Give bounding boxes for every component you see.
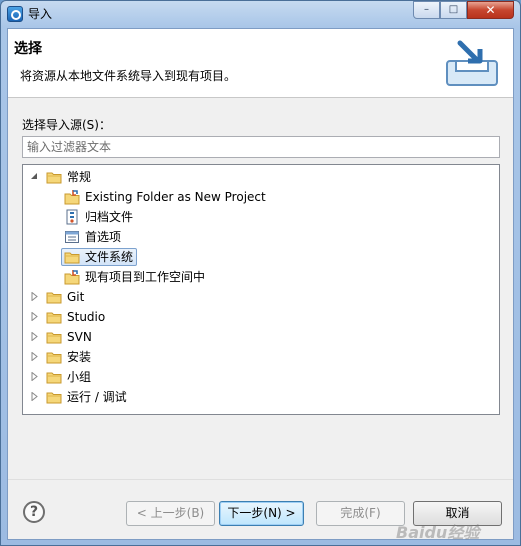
tree-item-label: 常规 bbox=[67, 170, 92, 184]
tree-item-label: Existing Folder as New Project bbox=[85, 190, 266, 204]
expand-arrow-closed-icon[interactable] bbox=[30, 292, 39, 301]
tree-item[interactable]: 首选项 bbox=[23, 227, 493, 247]
tree-item[interactable]: SVN bbox=[23, 327, 493, 347]
folder-import-icon bbox=[64, 270, 80, 285]
tree-item-label: 小组 bbox=[67, 370, 92, 384]
tree-item-label: 归档文件 bbox=[85, 210, 134, 224]
tree-item[interactable]: Studio bbox=[23, 307, 493, 327]
expand-arrow-closed-icon[interactable] bbox=[30, 312, 39, 321]
tree-item-label: 现有项目到工作空间中 bbox=[85, 270, 206, 284]
window-title: 导入 bbox=[28, 7, 53, 21]
tree-item[interactable]: 常规 bbox=[23, 167, 493, 187]
expand-arrow-closed-icon[interactable] bbox=[30, 372, 39, 381]
expand-arrow-closed-icon[interactable] bbox=[30, 392, 39, 401]
expand-arrow-closed-icon[interactable] bbox=[30, 332, 39, 341]
preferences-icon bbox=[65, 231, 79, 243]
dialog-client-area: 选择 将资源从本地文件系统导入到现有项目。 选择导入源(S)： 常规 Existi… bbox=[7, 28, 514, 542]
app-icon bbox=[7, 6, 23, 22]
watermark-logo: Baidu经验 bbox=[396, 523, 480, 542]
import-source-label: 选择导入源(S)： bbox=[22, 118, 111, 132]
footer-divider bbox=[8, 479, 513, 480]
folder-icon bbox=[46, 172, 62, 184]
tree-item-label: SVN bbox=[67, 330, 92, 344]
folder-icon bbox=[46, 292, 62, 304]
next-button[interactable]: 下一步(N) > bbox=[219, 501, 304, 526]
tree-item-label: Git bbox=[67, 290, 85, 304]
tree-item[interactable]: 现有项目到工作空间中 bbox=[23, 267, 493, 287]
tree-item[interactable]: 运行 / 调试 bbox=[23, 387, 493, 407]
expand-arrow-open-icon[interactable] bbox=[30, 172, 39, 181]
folder-icon bbox=[64, 252, 80, 264]
close-button[interactable]: ✕ bbox=[467, 1, 514, 19]
import-dialog-window: 导入 – □ ✕ 选择 将资源从本地文件系统导入到现有项目。 选择导入源(S)：… bbox=[0, 0, 521, 546]
folder-icon bbox=[46, 332, 62, 344]
expand-arrow-closed-icon[interactable] bbox=[30, 352, 39, 361]
banner-title: 选择 bbox=[14, 41, 42, 57]
title-bar[interactable]: 导入 – □ ✕ bbox=[1, 1, 520, 27]
tree-item-label: Studio bbox=[67, 310, 106, 324]
help-button[interactable]: ? bbox=[23, 501, 45, 523]
wizard-banner: 选择 将资源从本地文件系统导入到现有项目。 bbox=[8, 29, 513, 98]
import-tray-icon bbox=[446, 40, 498, 86]
tree-item[interactable]: 文件系统 bbox=[23, 247, 493, 267]
filter-input[interactable] bbox=[22, 136, 500, 158]
archive-icon bbox=[66, 209, 78, 225]
minimize-button[interactable]: – bbox=[413, 1, 440, 19]
tree-item-label: 首选项 bbox=[85, 230, 122, 244]
back-button[interactable]: < 上一步(B) bbox=[126, 501, 215, 526]
banner-description: 将资源从本地文件系统导入到现有项目。 bbox=[20, 69, 237, 83]
folder-import-icon bbox=[64, 190, 80, 205]
tree-item-label: 运行 / 调试 bbox=[67, 390, 127, 404]
tree-item[interactable]: Git bbox=[23, 287, 493, 307]
tree-item-label: 安装 bbox=[67, 350, 92, 364]
tree-item[interactable]: 安装 bbox=[23, 347, 493, 367]
folder-icon bbox=[46, 352, 62, 364]
tree-item[interactable]: 归档文件 bbox=[23, 207, 493, 227]
tree-item-label: 文件系统 bbox=[85, 250, 134, 264]
folder-icon bbox=[46, 372, 62, 384]
import-source-tree[interactable]: 常规 Existing Folder as New Project 归档文件首选项文… bbox=[22, 164, 500, 415]
tree-item[interactable]: Existing Folder as New Project bbox=[23, 187, 493, 207]
finish-button[interactable]: 完成(F) bbox=[316, 501, 405, 526]
folder-icon bbox=[46, 312, 62, 324]
maximize-button[interactable]: □ bbox=[440, 1, 467, 19]
tree-item[interactable]: 小组 bbox=[23, 367, 493, 387]
folder-icon bbox=[46, 392, 62, 404]
